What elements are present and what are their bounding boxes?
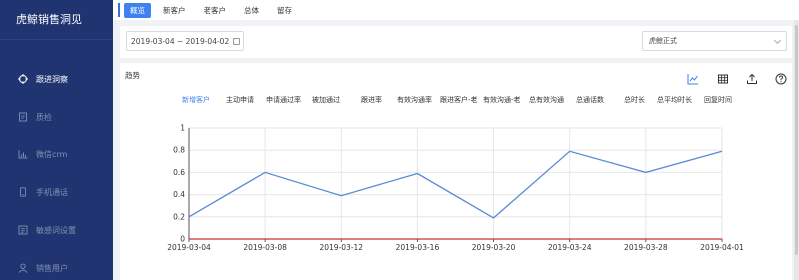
x-tick-label: 2019-03-20: [472, 243, 516, 252]
phone-icon: [18, 187, 28, 197]
sidebar-item-label: 敏感词设置: [36, 225, 76, 235]
legend-item[interactable]: 总有效沟通: [529, 95, 564, 105]
sidebar-item[interactable]: 质检: [0, 107, 113, 127]
tab[interactable]: 新客户: [157, 3, 192, 18]
x-tick-label: 2019-03-12: [319, 243, 363, 252]
bar-chart-icon: [18, 149, 28, 159]
x-tick-label: 2019-03-16: [396, 243, 440, 252]
tab[interactable]: 总体: [238, 3, 265, 18]
sidebar-item-label: 跟进洞察: [36, 74, 68, 84]
sidebar-item-label: 质检: [36, 112, 52, 122]
y-tick-label: 0.2: [173, 212, 185, 221]
y-tick-label: 0.6: [173, 168, 185, 177]
sidebar-item[interactable]: 敏感词设置: [0, 220, 113, 240]
legend-item[interactable]: 有效沟通-老: [483, 95, 521, 105]
tab[interactable]: 留存: [271, 3, 298, 18]
x-tick-label: 2019-04-01: [700, 243, 744, 252]
user-icon: [18, 263, 28, 273]
x-tick-label: 2019-03-04: [167, 243, 211, 252]
y-tick-label: 0.4: [173, 190, 185, 199]
sidebar-item-label: 销售用户: [36, 263, 68, 273]
legend-item[interactable]: 总平均时长: [657, 95, 692, 105]
target-icon: [18, 74, 28, 84]
legend-item[interactable]: 有效沟通率: [397, 95, 432, 105]
legend-item[interactable]: 回复时间: [704, 95, 732, 105]
tab[interactable]: 老客户: [198, 3, 233, 18]
y-tick-label: 1: [180, 124, 185, 133]
legend-item[interactable]: 总通话数: [576, 95, 604, 105]
export-icon[interactable]: [746, 70, 758, 84]
org-select[interactable]: 虎鲸正式: [642, 31, 787, 51]
card-title: 趋势: [125, 71, 140, 80]
trend-card: 0 0.2 0.4 0.6 0.8 1 2019-03-04 2019-03-08 2019-0…: [120, 63, 792, 280]
x-tick-label: 2019-03-24: [548, 243, 592, 252]
legend-item[interactable]: 主动申请: [226, 95, 254, 105]
date-range-picker[interactable]: 2019-03-04 ~ 2019-04-02: [126, 31, 244, 51]
brand-title: 虎鲸销售洞见: [0, 0, 113, 40]
date-range-value: 2019-03-04 ~ 2019-04-02: [131, 36, 230, 46]
sidebar-item[interactable]: 微信crm: [0, 144, 113, 164]
series-line: [188, 150, 723, 219]
sidebar-item-label: 手机通话: [36, 187, 68, 197]
filter-bar: 2019-03-04 ~ 2019-04-02 虎鲸正式: [120, 26, 792, 58]
tab-bar-accent: [118, 3, 120, 17]
tab[interactable]: 概览: [124, 2, 151, 18]
table-icon[interactable]: [717, 70, 729, 84]
legend-item[interactable]: 被加通过: [312, 95, 340, 105]
legend-item[interactable]: 新增客户: [182, 95, 210, 105]
tab-bar: 概览 新客户 老客户 总体 留存: [113, 0, 799, 20]
document-icon: [18, 112, 28, 122]
help-icon[interactable]: [775, 70, 787, 85]
org-select-value: 虎鲸正式: [649, 37, 677, 45]
sidebar-item-label: 微信crm: [36, 149, 68, 159]
x-tick-label: 2019-03-08: [243, 243, 287, 252]
legend-item[interactable]: 跟进客户-老: [440, 95, 478, 105]
sidebar: 虎鲸销售洞见 跟进洞察质检微信crm 手机通话敏感词设置销售用户: [0, 0, 113, 280]
y-tick-label: 0.8: [173, 146, 185, 155]
legend-item[interactable]: 跟进率: [361, 95, 382, 105]
scrollbar-thumb[interactable]: [795, 25, 798, 255]
sidebar-item[interactable]: 跟进洞察: [0, 69, 113, 89]
legend-item[interactable]: 申请通过率: [266, 95, 301, 105]
list-icon: [18, 225, 28, 235]
calendar-icon: [233, 37, 241, 45]
chevron-down-icon: [773, 36, 782, 45]
sidebar-item[interactable]: 销售用户: [0, 258, 113, 278]
sidebar-item[interactable]: 手机通话: [0, 182, 113, 202]
main-area: 概览 新客户 老客户 总体 留存 2019-03-04 ~ 2019-04-02 虎鲸正…: [113, 0, 799, 280]
scrollbar[interactable]: [794, 20, 799, 280]
legend-item[interactable]: 总时长: [624, 95, 645, 105]
x-tick-label: 2019-03-28: [624, 243, 668, 252]
line-chart-icon[interactable]: [687, 70, 699, 85]
